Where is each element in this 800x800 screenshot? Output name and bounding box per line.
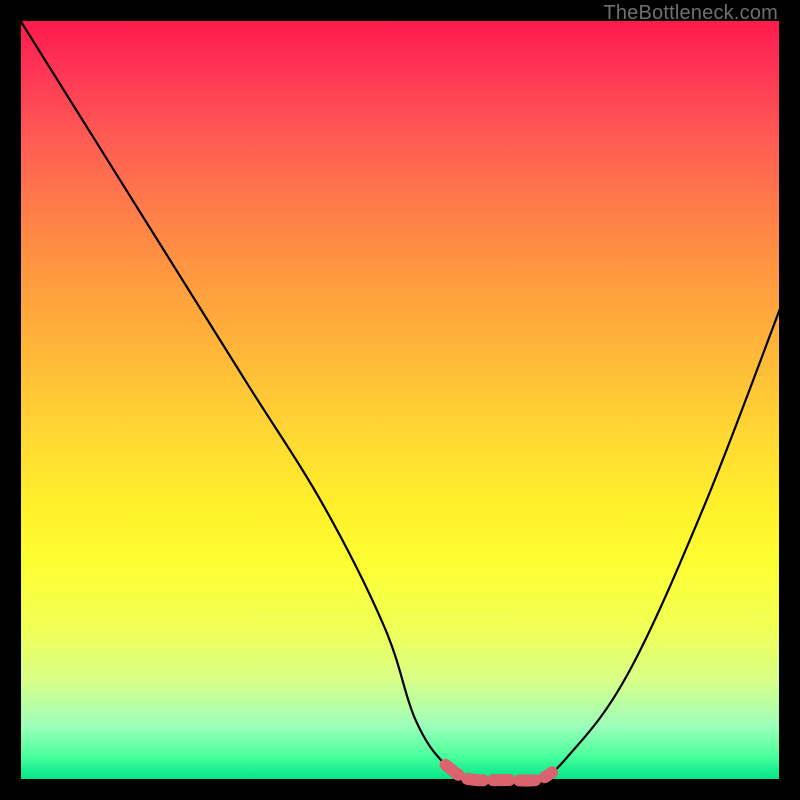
bottleneck-curve [20,20,780,782]
chart-svg [20,20,780,780]
chart-container: TheBottleneck.com [0,0,800,800]
optimal-zone-marker [446,765,552,781]
